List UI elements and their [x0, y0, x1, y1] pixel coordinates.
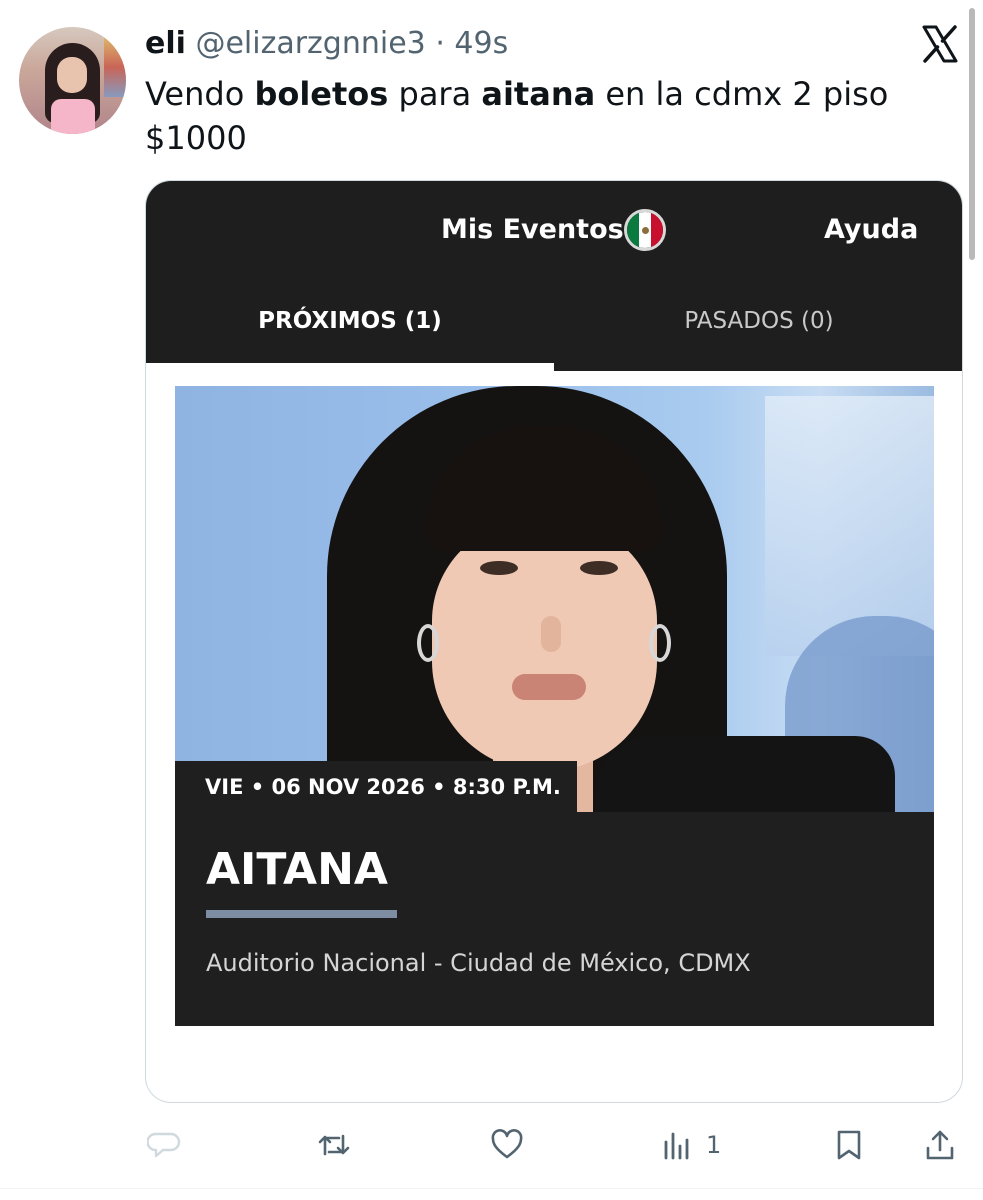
share-icon — [926, 1130, 954, 1160]
event-photo — [175, 386, 934, 812]
tweet-header: eli @elizarzgnnie3 · 49s — [145, 24, 508, 64]
avatar-top — [51, 99, 95, 134]
timestamp[interactable]: 49s — [454, 26, 508, 61]
views-icon — [664, 1132, 689, 1160]
views-count: 1 — [706, 1131, 722, 1159]
tweet-text-part: para — [388, 75, 482, 113]
like-button[interactable] — [490, 1125, 524, 1165]
tweet-text-bold: boletos — [254, 75, 389, 113]
avatar-background — [104, 37, 126, 97]
my-events-link: Mis Eventos — [441, 214, 624, 245]
tweet-text-part: Vendo — [145, 75, 255, 113]
scrollbar[interactable] — [969, 8, 975, 260]
event-date-time: VIE • 06 NOV 2026 • 8:30 P.M. — [175, 761, 577, 813]
reply-button[interactable] — [147, 1125, 181, 1165]
tweet-actions: 1 — [0, 1115, 983, 1175]
avatar[interactable] — [19, 27, 126, 134]
share-button[interactable] — [923, 1125, 957, 1165]
display-name[interactable]: eli — [145, 26, 186, 61]
user-handle[interactable]: @elizarzgnnie3 — [195, 26, 425, 61]
event-title: AITANA — [206, 844, 388, 895]
views-button[interactable]: 1 — [660, 1125, 721, 1165]
retweet-icon — [318, 1134, 350, 1156]
bookmark-button[interactable] — [832, 1125, 866, 1165]
tweet-text: Vendo boletos para aitana en la cdmx 2 p… — [145, 72, 925, 160]
tab-past: PASADOS (0) — [684, 308, 834, 334]
title-underline — [206, 910, 397, 918]
divider — [0, 1188, 983, 1189]
x-logo-icon[interactable] — [920, 24, 960, 64]
bookmark-icon — [837, 1130, 861, 1160]
avatar-face — [57, 57, 87, 93]
event-card: VIE • 06 NOV 2026 • 8:30 P.M. AITANA Aud… — [175, 386, 934, 1026]
tweet: eli @elizarzgnnie3 · 49s Vendo boletos p… — [0, 0, 983, 1200]
event-venue: Auditorio Nacional - Ciudad de México, C… — [206, 949, 751, 977]
separator-dot: · — [435, 26, 445, 61]
retweet-button[interactable] — [317, 1125, 351, 1165]
mexico-flag-icon — [624, 209, 666, 251]
heart-icon — [491, 1129, 523, 1159]
active-tab-indicator — [146, 363, 554, 371]
tweet-image[interactable]: Mis Eventos Ayuda PRÓXIMOS (1) PASADOS (… — [145, 180, 963, 1103]
ticket-app-header: Mis Eventos Ayuda PRÓXIMOS (1) PASADOS (… — [146, 181, 962, 371]
tweet-text-bold: aitana — [481, 75, 596, 113]
tab-upcoming: PRÓXIMOS (1) — [258, 308, 442, 334]
help-link: Ayuda — [824, 214, 919, 245]
reply-icon — [147, 1132, 181, 1158]
